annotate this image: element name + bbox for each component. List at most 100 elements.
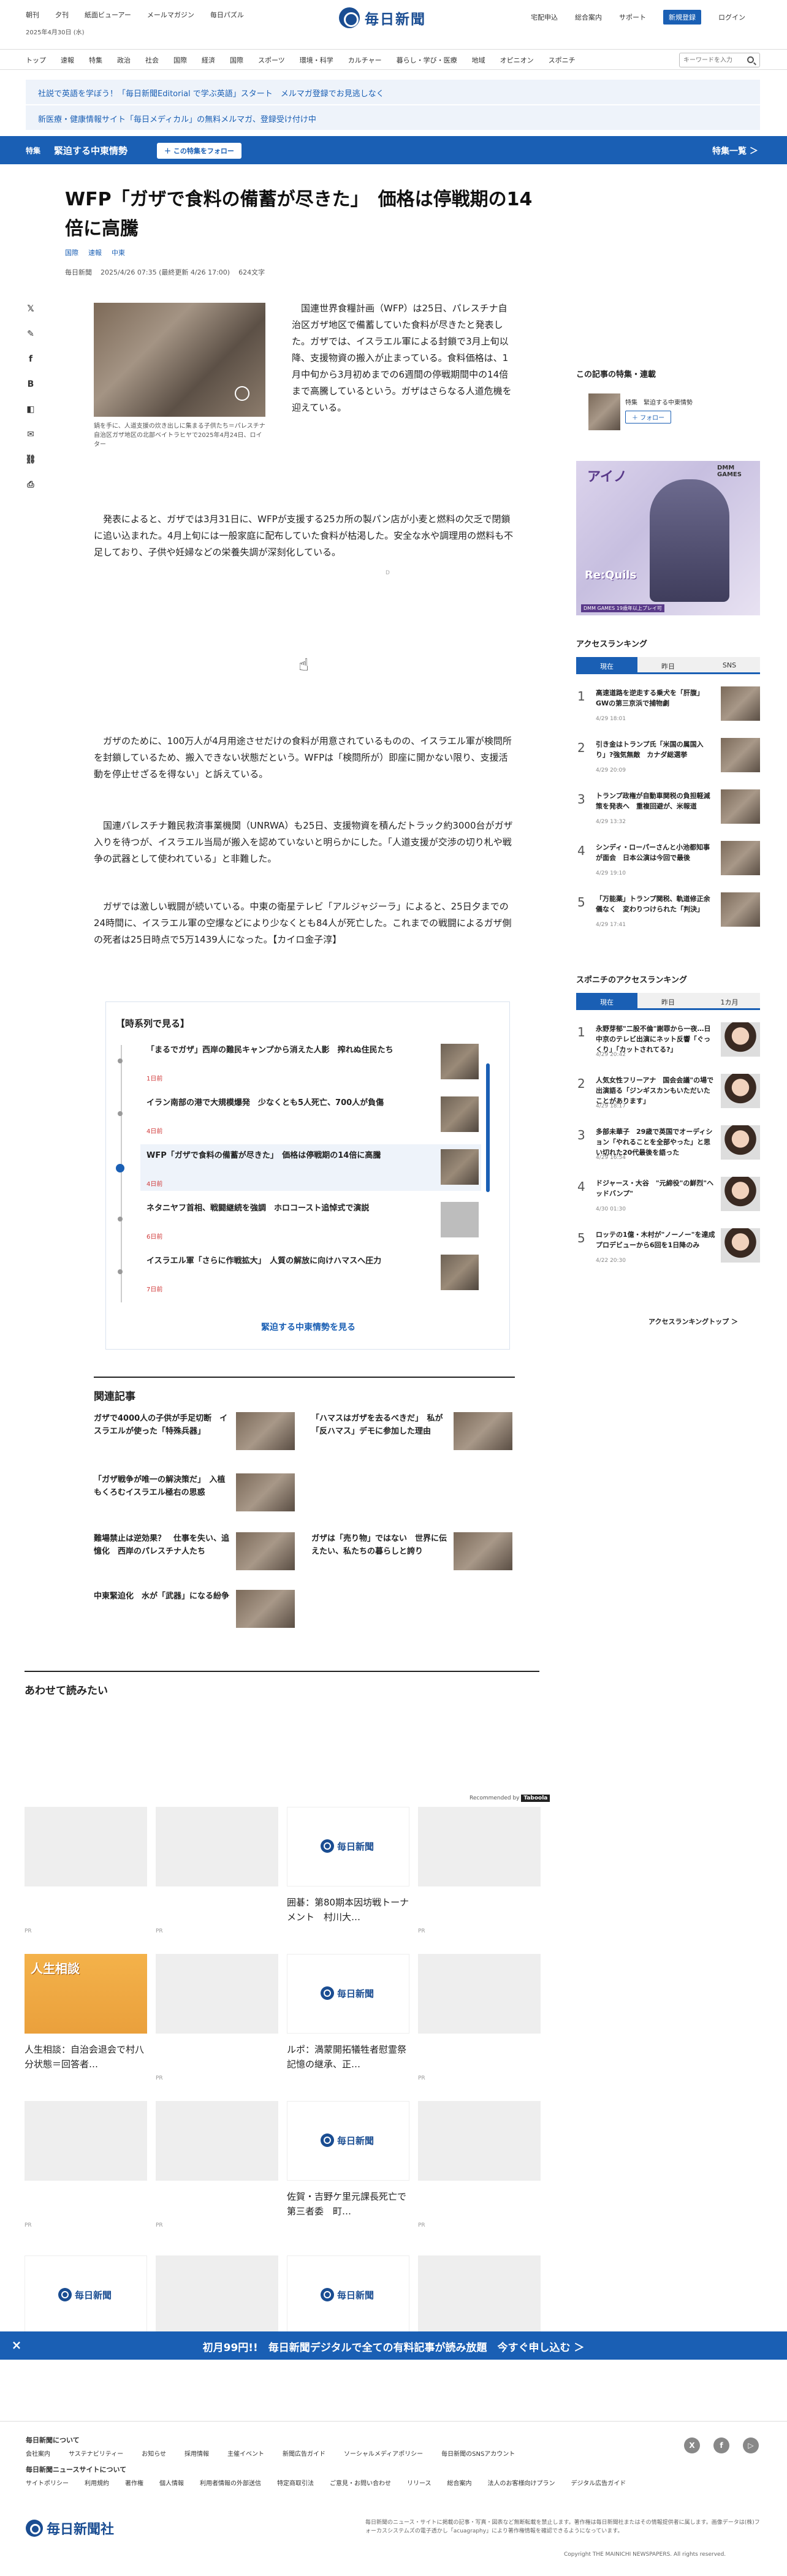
promo-banner-english[interactable]: 社説で英語を学ぼう！「毎日新聞Editorial で学ぶ英語」スタート メルマガ… — [26, 80, 760, 104]
link-delivery[interactable]: 宅配申込 — [531, 12, 558, 22]
nav-item[interactable]: スポニチ — [549, 55, 576, 65]
ranking-item[interactable]: 3 トランプ政権が自動車関税の負担軽減策を発表へ 重複回避が、米報道 4/29 13… — [576, 787, 760, 829]
sidebar-series[interactable]: 特集 緊迫する中東情勢 ＋ フォロー — [576, 391, 760, 434]
zoom-icon[interactable] — [235, 386, 249, 401]
footer-link[interactable]: デジタル広告ガイド — [571, 2478, 626, 2487]
recommend-card[interactable]: 毎日新聞 佐賀・吉野ケ里元課長死亡で第三者委 町… — [287, 2101, 409, 2222]
ranking-top-link[interactable]: アクセスランキングトップ ＞ — [648, 1316, 738, 1326]
footer-link[interactable]: 主催イベント — [227, 2449, 264, 2458]
related-article[interactable]: 中東緊迫化 水が「武器」になる紛争 — [94, 1590, 296, 1633]
nav-item[interactable]: 政治 — [117, 55, 131, 65]
ranking-item[interactable]: 3 多部未華子 29歳で英国でオーディション「やれることを全部やった」と思い切れた… — [576, 1123, 760, 1165]
recommend-card[interactable]: 毎日新聞 ルポ：満蒙開拓犠牲者慰霊祭 記憶の継承、正… — [287, 1954, 409, 2075]
link-guide[interactable]: 総合案内 — [575, 12, 602, 22]
tab-now[interactable]: 現在 — [576, 657, 637, 672]
nav-item[interactable]: 暮らし・学び・医療 — [397, 55, 457, 65]
login-link[interactable]: ログイン — [718, 12, 745, 22]
x-share-icon[interactable]: 𝕏 — [25, 303, 37, 315]
recommend-card[interactable]: PR — [156, 2101, 278, 2228]
comment-icon[interactable]: ✎ — [25, 328, 37, 340]
recommended-by[interactable]: Recommended by Taboola — [470, 1795, 550, 1802]
footer-link[interactable]: ソーシャルメディアポリシー — [344, 2449, 423, 2458]
nav-item[interactable]: トップ — [26, 55, 46, 65]
nav-item[interactable]: 速報 — [61, 55, 74, 65]
search-icon[interactable] — [747, 56, 754, 63]
nav-item[interactable]: 環境・科学 — [300, 55, 333, 65]
ranking-item[interactable]: 1 高速道路を逆走する乗犬を「肝腹」 GWの第三京浜で捕物劇 4/29 18:01 — [576, 684, 760, 726]
ranking-item[interactable]: 5 ロッテの1億・木村が"ノーノー"を達成 プロデビューから6回を1日降のみ 4/2… — [576, 1226, 760, 1267]
ranking-item[interactable]: 4 ドジャース・大谷 "元締役"の鮮烈"ヘッドバンプ" 4/30 01:30 — [576, 1174, 760, 1216]
recommend-card[interactable]: PR — [156, 1807, 278, 1934]
nav-item[interactable]: 国際 — [173, 55, 187, 65]
register-button[interactable]: 新規登録 — [663, 10, 701, 25]
recommend-card[interactable]: PR — [25, 2101, 147, 2228]
link-morning[interactable]: 朝刊 — [26, 10, 39, 20]
tab-yesterday[interactable]: 昨日 — [637, 657, 699, 672]
related-article[interactable]: ガザは「売り物」ではない 世界に伝えたい、私たちの暮らしと誇り — [311, 1532, 514, 1575]
recommend-card[interactable]: PR — [25, 1807, 147, 1934]
series-follow-button[interactable]: ＋ フォロー — [625, 411, 672, 424]
recommend-card[interactable]: PR — [418, 1954, 541, 2081]
nav-item[interactable]: スポーツ — [258, 55, 285, 65]
ranking-item[interactable]: 2 引き金はトランプ氏「米国の属国入り」?強気無敵 カナダ総選挙 4/29 20:0… — [576, 735, 760, 777]
related-article[interactable]: 「ガザ戦争が唯一の解決策だ」 入植もくろむイスラエル極右の思惑 — [94, 1473, 296, 1516]
ad-choices-icon[interactable]: D — [386, 570, 390, 576]
link-copy-icon[interactable]: ⛓ — [25, 454, 37, 466]
footer-logo[interactable]: 毎日新聞社 — [26, 2518, 114, 2538]
footer-link[interactable]: サイトポリシー — [26, 2478, 69, 2487]
footer-link[interactable]: 新聞広告ガイド — [283, 2449, 325, 2458]
footer-link[interactable]: リリース — [407, 2478, 432, 2487]
recommend-card[interactable]: 毎日新聞 囲碁：第80期本因坊戦トーナメント 村川大… — [287, 1807, 409, 1928]
tab-month[interactable]: 1カ月 — [699, 993, 760, 1008]
timeline-more-link[interactable]: 緊迫する中東情勢を見る — [106, 1321, 511, 1333]
recommend-card[interactable]: PR — [418, 1807, 541, 1934]
x-icon[interactable]: X — [684, 2437, 700, 2453]
related-article[interactable]: 「ハマスはガザを去るべきだ」 私が「反ハマス」デモに参加した理由 — [311, 1412, 514, 1455]
inline-ad[interactable]: D ☝ — [222, 570, 390, 709]
nav-item[interactable]: 地域 — [472, 55, 485, 65]
footer-link[interactable]: 毎日新聞のSNSアカウント — [441, 2449, 515, 2458]
link-evening[interactable]: 夕刊 — [55, 10, 69, 20]
tag-link[interactable]: 速報 — [88, 248, 102, 257]
footer-link[interactable]: 採用情報 — [184, 2449, 209, 2458]
sidebar-ad[interactable]: アイノ DMM GAMES Re:Quils DMM GAMES 19歳年以上プ… — [576, 461, 760, 615]
nav-item[interactable]: 経済 — [202, 55, 215, 65]
link-viewer[interactable]: 紙面ビューアー — [85, 10, 131, 20]
footer-link[interactable]: 著作権 — [125, 2478, 143, 2487]
article-photo[interactable] — [94, 303, 265, 417]
ranking-item[interactable]: 1 永野芽郁"二股不倫"謝罪から一夜…日中京のテレビ出演にネット反響「ぐっくり」「… — [576, 1020, 760, 1062]
promo-banner-medical[interactable]: 新医療・健康情報サイト「毎日メディカル」の無料メルマガ、登録受け付け中 — [26, 105, 760, 130]
nav-item[interactable]: カルチャー — [348, 55, 382, 65]
bookmark-icon[interactable]: B — [25, 378, 37, 390]
subscribe-banner[interactable]: 初月99円!! 毎日新聞デジタルで全ての有料記事が読み放題 今すぐ申し込む ＞ … — [0, 2331, 787, 2360]
mail-share-icon[interactable]: ✉ — [25, 428, 37, 441]
link-mailmag[interactable]: メールマガジン — [147, 10, 194, 20]
link-puzzle[interactable]: 毎日パズル — [210, 10, 244, 20]
related-article[interactable]: ガザで4000人の子供が手足切断 イスラエルが使った「特殊兵器」 — [94, 1412, 296, 1455]
tab-now[interactable]: 現在 — [576, 993, 637, 1008]
ranking-item[interactable]: 2 人気女性フリーアナ 国会会議"の場で出演語る「ジンギスカンもいただいたことがあ… — [576, 1071, 760, 1113]
line-share-icon[interactable]: ◧ — [25, 403, 37, 416]
footer-link[interactable]: サステナビリティー — [69, 2449, 123, 2458]
youtube-icon[interactable]: ▷ — [743, 2437, 759, 2453]
link-support[interactable]: サポート — [619, 12, 646, 22]
footer-link[interactable]: 総合案内 — [447, 2478, 472, 2487]
timeline-item[interactable]: ネタニヤフ首相、戦闘継続を強調 ホロコースト追悼式で演説 6日前 — [118, 1197, 481, 1244]
recommend-card[interactable]: 人生相談 人生相談：自治会退会で村八分状態＝回答者… — [25, 1954, 147, 2075]
nav-item[interactable]: 特集 — [89, 55, 102, 65]
print-icon[interactable]: ⎙ — [25, 479, 37, 491]
related-article[interactable]: 難場禁止は逆効果？ 仕事を失い、追憶化 西岸のパレスチナ人たち — [94, 1532, 296, 1575]
footer-link[interactable]: 特定商取引法 — [277, 2478, 314, 2487]
timeline-item[interactable]: 「まるでガザ」西岸の難民キャンプから消えた人影 搾れぬ住民たち 1日前 — [118, 1039, 481, 1085]
ranking-item[interactable]: 5 「万能薬」トランプ関税、軌道修正余儀なく 変わりつけられた「判決」 4/29 1… — [576, 890, 760, 932]
feature-title[interactable]: 緊迫する中東情勢 — [54, 144, 127, 157]
feature-follow-button[interactable]: ＋ この特集をフォロー — [157, 143, 241, 159]
footer-link[interactable]: 法人のお客様向けプラン — [488, 2478, 555, 2487]
facebook-icon[interactable]: f — [713, 2437, 729, 2453]
footer-link[interactable]: 利用規約 — [85, 2478, 109, 2487]
nav-item[interactable]: 社会 — [145, 55, 159, 65]
recommend-card[interactable]: PR — [418, 2101, 541, 2228]
site-logo[interactable]: 毎日新聞 — [339, 7, 426, 28]
footer-link[interactable]: お知らせ — [142, 2449, 166, 2458]
tab-sns[interactable]: SNS — [699, 657, 760, 672]
